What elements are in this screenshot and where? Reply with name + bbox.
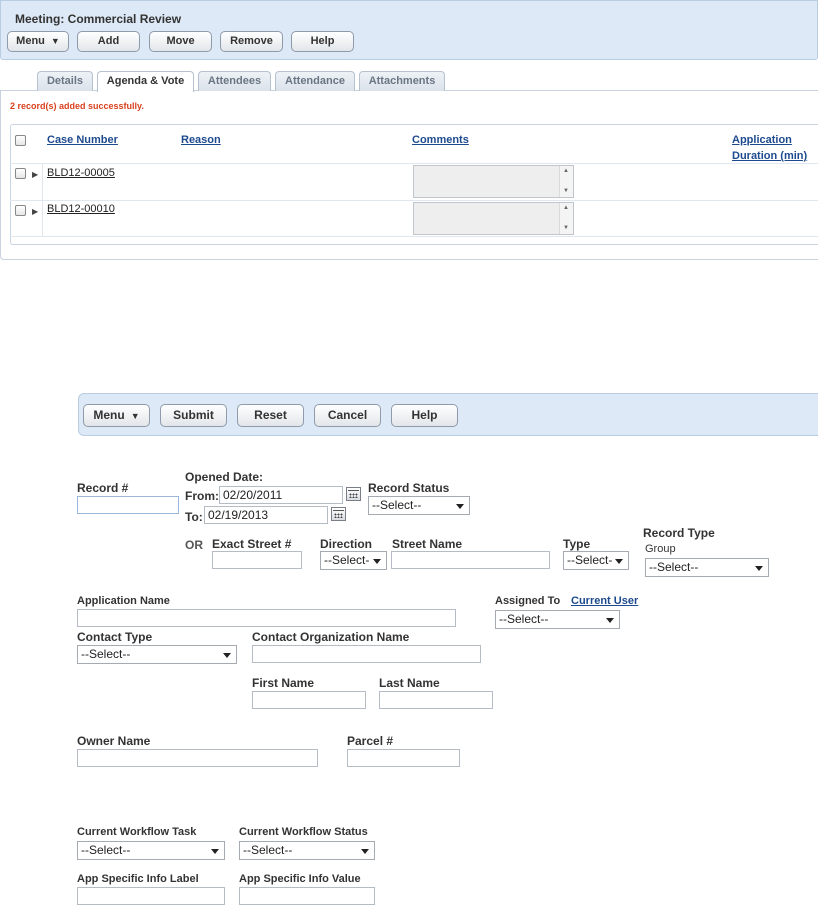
scroll-down-icon[interactable]: ▼ — [563, 188, 569, 194]
direction-label: Direction — [320, 537, 373, 551]
row-divider — [10, 236, 818, 237]
textarea-scrollbar[interactable]: ▲ ▼ — [559, 203, 573, 234]
contact-org-label: Contact Organization Name — [252, 630, 410, 644]
menu-button-label: Menu — [16, 35, 45, 47]
row-checkbox[interactable] — [15, 205, 26, 216]
record-status-select[interactable]: --Select-- — [368, 496, 470, 515]
workflow-task-select[interactable]: --Select-- — [77, 841, 225, 860]
tab-attachments[interactable]: Attachments — [359, 71, 445, 91]
comments-textarea[interactable]: ▲ ▼ — [413, 202, 574, 235]
first-name-input[interactable] — [252, 691, 366, 709]
search-help-button[interactable]: Help — [391, 404, 458, 427]
tab-agenda-vote[interactable]: Agenda & Vote — [97, 71, 194, 92]
assigned-to-label: Assigned To — [495, 595, 561, 607]
to-date-input[interactable]: 02/19/2013 — [204, 506, 328, 524]
application-name-input[interactable] — [77, 609, 456, 627]
scroll-up-icon[interactable]: ▲ — [563, 168, 569, 174]
from-label: From: — [185, 489, 219, 503]
first-name-label: First Name — [252, 676, 315, 690]
workflow-status-select[interactable]: --Select-- — [239, 841, 375, 860]
record-number-input[interactable] — [77, 496, 179, 514]
contact-org-input[interactable] — [252, 645, 481, 663]
workflow-status-label: Current Workflow Status — [239, 826, 368, 838]
asi-label-label: App Specific Info Label — [77, 873, 199, 885]
expand-arrow-icon[interactable]: ▶ — [32, 207, 38, 216]
street-name-input[interactable] — [391, 551, 550, 569]
type-select[interactable]: --Select- — [563, 551, 629, 570]
header-duration[interactable]: Duration (min) — [732, 150, 807, 162]
contact-type-select[interactable]: --Select-- — [77, 645, 237, 664]
asi-value-label: App Specific Info Value — [239, 873, 361, 885]
tab-details[interactable]: Details — [37, 71, 93, 91]
submit-button[interactable]: Submit — [160, 404, 227, 427]
meeting-header-panel: Meeting: Commercial Review Menu ▼ Add Mov… — [0, 0, 818, 60]
to-label: To: — [185, 510, 203, 524]
scroll-up-icon[interactable]: ▲ — [563, 205, 569, 211]
row-checkbox[interactable] — [15, 168, 26, 179]
calendar-icon[interactable] — [331, 507, 346, 521]
chevron-down-icon: ▼ — [130, 411, 140, 421]
owner-name-label: Owner Name — [77, 734, 151, 748]
header-comments[interactable]: Comments — [412, 134, 469, 146]
current-user-link[interactable]: Current User — [571, 595, 638, 607]
select-all-checkbox[interactable] — [15, 135, 26, 146]
parcel-input[interactable] — [347, 749, 460, 767]
exact-street-input[interactable] — [212, 551, 302, 569]
type-label: Type — [563, 537, 591, 551]
last-name-input[interactable] — [379, 691, 493, 709]
case-number-link[interactable]: BLD12-00005 — [47, 167, 115, 179]
search-menu-button[interactable]: Menu ▼ — [83, 404, 150, 427]
textarea-scrollbar[interactable]: ▲ ▼ — [559, 166, 573, 197]
direction-select[interactable]: --Select- — [320, 551, 387, 570]
column-divider — [42, 163, 43, 236]
meeting-menu-button[interactable]: Menu ▼ — [7, 31, 69, 52]
reset-button[interactable]: Reset — [237, 404, 304, 427]
meeting-title: Meeting: Commercial Review — [15, 12, 182, 26]
workflow-task-label: Current Workflow Task — [77, 826, 197, 838]
menu-button-label: Menu — [93, 408, 125, 422]
street-name-label: Street Name — [392, 537, 463, 551]
contact-type-label: Contact Type — [77, 630, 153, 644]
add-button[interactable]: Add — [77, 31, 140, 52]
case-number-link[interactable]: BLD12-00010 — [47, 203, 115, 215]
header-application[interactable]: Application — [732, 134, 792, 146]
scroll-down-icon[interactable]: ▼ — [563, 225, 569, 231]
comments-textarea[interactable]: ▲ ▼ — [413, 165, 574, 198]
success-message: 2 record(s) added successfully. — [10, 101, 144, 111]
calendar-icon[interactable] — [346, 487, 361, 501]
owner-name-input[interactable] — [77, 749, 318, 767]
application-name-label: Application Name — [77, 595, 170, 607]
tab-attendance[interactable]: Attendance — [275, 71, 355, 91]
assigned-to-select[interactable]: --Select-- — [495, 610, 620, 629]
row-divider — [10, 163, 818, 164]
remove-button[interactable]: Remove — [220, 31, 283, 52]
group-select[interactable]: --Select-- — [645, 558, 769, 577]
header-reason[interactable]: Reason — [181, 134, 221, 146]
group-label: Group — [645, 543, 676, 555]
record-number-label: Record # — [77, 481, 129, 495]
move-button[interactable]: Move — [149, 31, 212, 52]
parcel-label: Parcel # — [347, 734, 394, 748]
record-status-label: Record Status — [368, 481, 450, 495]
record-type-label: Record Type — [643, 526, 715, 540]
opened-date-label: Opened Date: — [185, 470, 264, 484]
last-name-label: Last Name — [379, 676, 440, 690]
expand-arrow-icon[interactable]: ▶ — [32, 170, 38, 179]
asi-value-input[interactable] — [239, 887, 375, 905]
row-divider — [10, 200, 818, 201]
or-label: OR — [185, 538, 203, 552]
exact-street-label: Exact Street # — [212, 537, 292, 551]
chevron-down-icon: ▼ — [50, 36, 60, 46]
tab-attendees[interactable]: Attendees — [198, 71, 271, 91]
header-case-number[interactable]: Case Number — [47, 134, 118, 146]
cancel-button[interactable]: Cancel — [314, 404, 381, 427]
help-button[interactable]: Help — [291, 31, 354, 52]
from-date-input[interactable]: 02/20/2011 — [219, 486, 343, 504]
asi-label-input[interactable] — [77, 887, 225, 905]
